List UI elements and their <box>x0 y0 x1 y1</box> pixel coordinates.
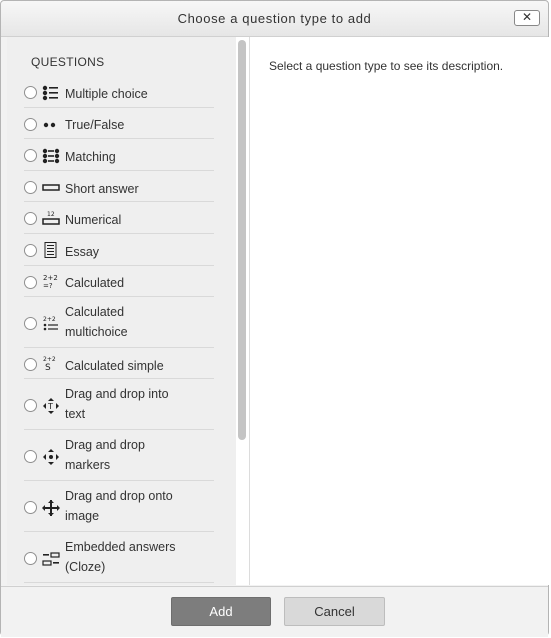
dialog-footer: Add Cancel <box>1 586 548 637</box>
question-option-matching[interactable]: Matching <box>24 139 214 171</box>
question-option-label: Short answer <box>65 182 139 196</box>
question-option-numerical[interactable]: 12 Numerical <box>24 202 214 234</box>
question-option-calculated-multichoice[interactable]: 2+2 Calculated multichoice <box>24 297 214 348</box>
question-option-label: Calculated <box>65 276 125 290</box>
calculated-multichoice-icon: 2+2 <box>43 316 58 331</box>
question-option-calculated-simple[interactable]: 2+2 S Calculated simple <box>24 348 214 379</box>
drag-drop-markers-icon <box>43 449 59 465</box>
svg-text:2+2: 2+2 <box>43 316 56 323</box>
svg-text:S: S <box>45 363 51 371</box>
radio-button[interactable] <box>24 181 37 194</box>
question-option-calculated[interactable]: 2+2 =? Calculated <box>24 266 214 297</box>
radio-button[interactable] <box>24 399 37 412</box>
question-option-label: Embedded answers (Cloze) <box>65 540 176 574</box>
radio-button[interactable] <box>24 212 37 225</box>
svg-text:T: T <box>47 402 53 411</box>
radio-button[interactable] <box>24 552 37 565</box>
radio-button[interactable] <box>24 450 37 463</box>
question-option-true-false[interactable]: True/False <box>24 108 214 139</box>
section-heading: QUESTIONS <box>31 55 105 69</box>
radio-button[interactable] <box>24 501 37 514</box>
cancel-button[interactable]: Cancel <box>284 597 385 626</box>
question-option-label: Essay <box>65 245 100 259</box>
question-option-label: Drag and drop into text <box>65 387 169 421</box>
radio-button[interactable] <box>24 149 37 162</box>
radio-button[interactable] <box>24 86 37 99</box>
description-text: Select a question type to see its descri… <box>269 59 504 73</box>
true-false-icon <box>43 122 56 128</box>
question-option-multiple-choice[interactable]: Multiple choice <box>24 79 214 108</box>
radio-button[interactable] <box>24 358 37 371</box>
radio-button[interactable] <box>24 118 37 131</box>
svg-text:2+2: 2+2 <box>43 356 56 363</box>
description-pane: Select a question type to see its descri… <box>249 37 549 585</box>
drag-drop-image-icon <box>42 500 60 516</box>
matching-icon <box>42 148 60 164</box>
embedded-answers-icon <box>42 552 60 566</box>
calculated-icon: 2+2 =? <box>43 274 58 289</box>
radio-button[interactable] <box>24 244 37 257</box>
radio-button[interactable] <box>24 276 37 289</box>
close-icon: ✕ <box>521 10 533 24</box>
dialog-title: Choose a question type to add <box>177 11 372 26</box>
radio-button[interactable] <box>24 317 37 330</box>
question-option-drag-drop-markers[interactable]: Drag and drop markers <box>24 430 214 481</box>
dialog-content: QUESTIONS Multiple choice True/False Mat… <box>7 37 549 585</box>
question-option-embedded-answers[interactable]: Embedded answers (Cloze) <box>24 532 214 583</box>
svg-text:2+2: 2+2 <box>43 274 58 282</box>
question-type-dialog: Choose a question type to add ✕ QUESTION… <box>0 0 549 637</box>
question-option-label: True/False <box>65 118 125 132</box>
question-type-list[interactable]: QUESTIONS Multiple choice True/False Mat… <box>7 37 236 585</box>
essay-icon <box>44 242 57 258</box>
question-option-short-answer[interactable]: Short answer <box>24 171 214 202</box>
calculated-simple-icon: 2+2 S <box>43 356 56 371</box>
question-option-label: Calculated multichoice <box>65 305 128 339</box>
question-option-label: Calculated simple <box>65 359 164 373</box>
question-option-label: Drag and drop onto image <box>65 489 173 523</box>
close-button[interactable]: ✕ <box>514 10 540 26</box>
add-button[interactable]: Add <box>171 597 271 626</box>
svg-text:=?: =? <box>43 282 53 289</box>
drag-drop-text-icon: T <box>43 398 59 414</box>
question-option-drag-drop-image[interactable]: Drag and drop onto image <box>24 481 214 532</box>
dialog-titlebar: Choose a question type to add ✕ <box>1 1 548 37</box>
question-option-label: Numerical <box>65 213 122 227</box>
question-option-label: Multiple choice <box>65 87 148 101</box>
numerical-icon: 12 <box>42 211 60 225</box>
question-option-essay[interactable]: Essay <box>24 234 214 266</box>
question-option-label: Drag and drop markers <box>65 438 145 472</box>
short-answer-icon <box>42 184 60 191</box>
multiple-choice-icon <box>42 85 58 101</box>
question-option-drag-drop-text[interactable]: T Drag and drop into text <box>24 379 214 430</box>
question-option-label: Matching <box>65 150 116 164</box>
svg-text:12: 12 <box>47 211 55 218</box>
list-scrollbar[interactable] <box>238 40 246 440</box>
